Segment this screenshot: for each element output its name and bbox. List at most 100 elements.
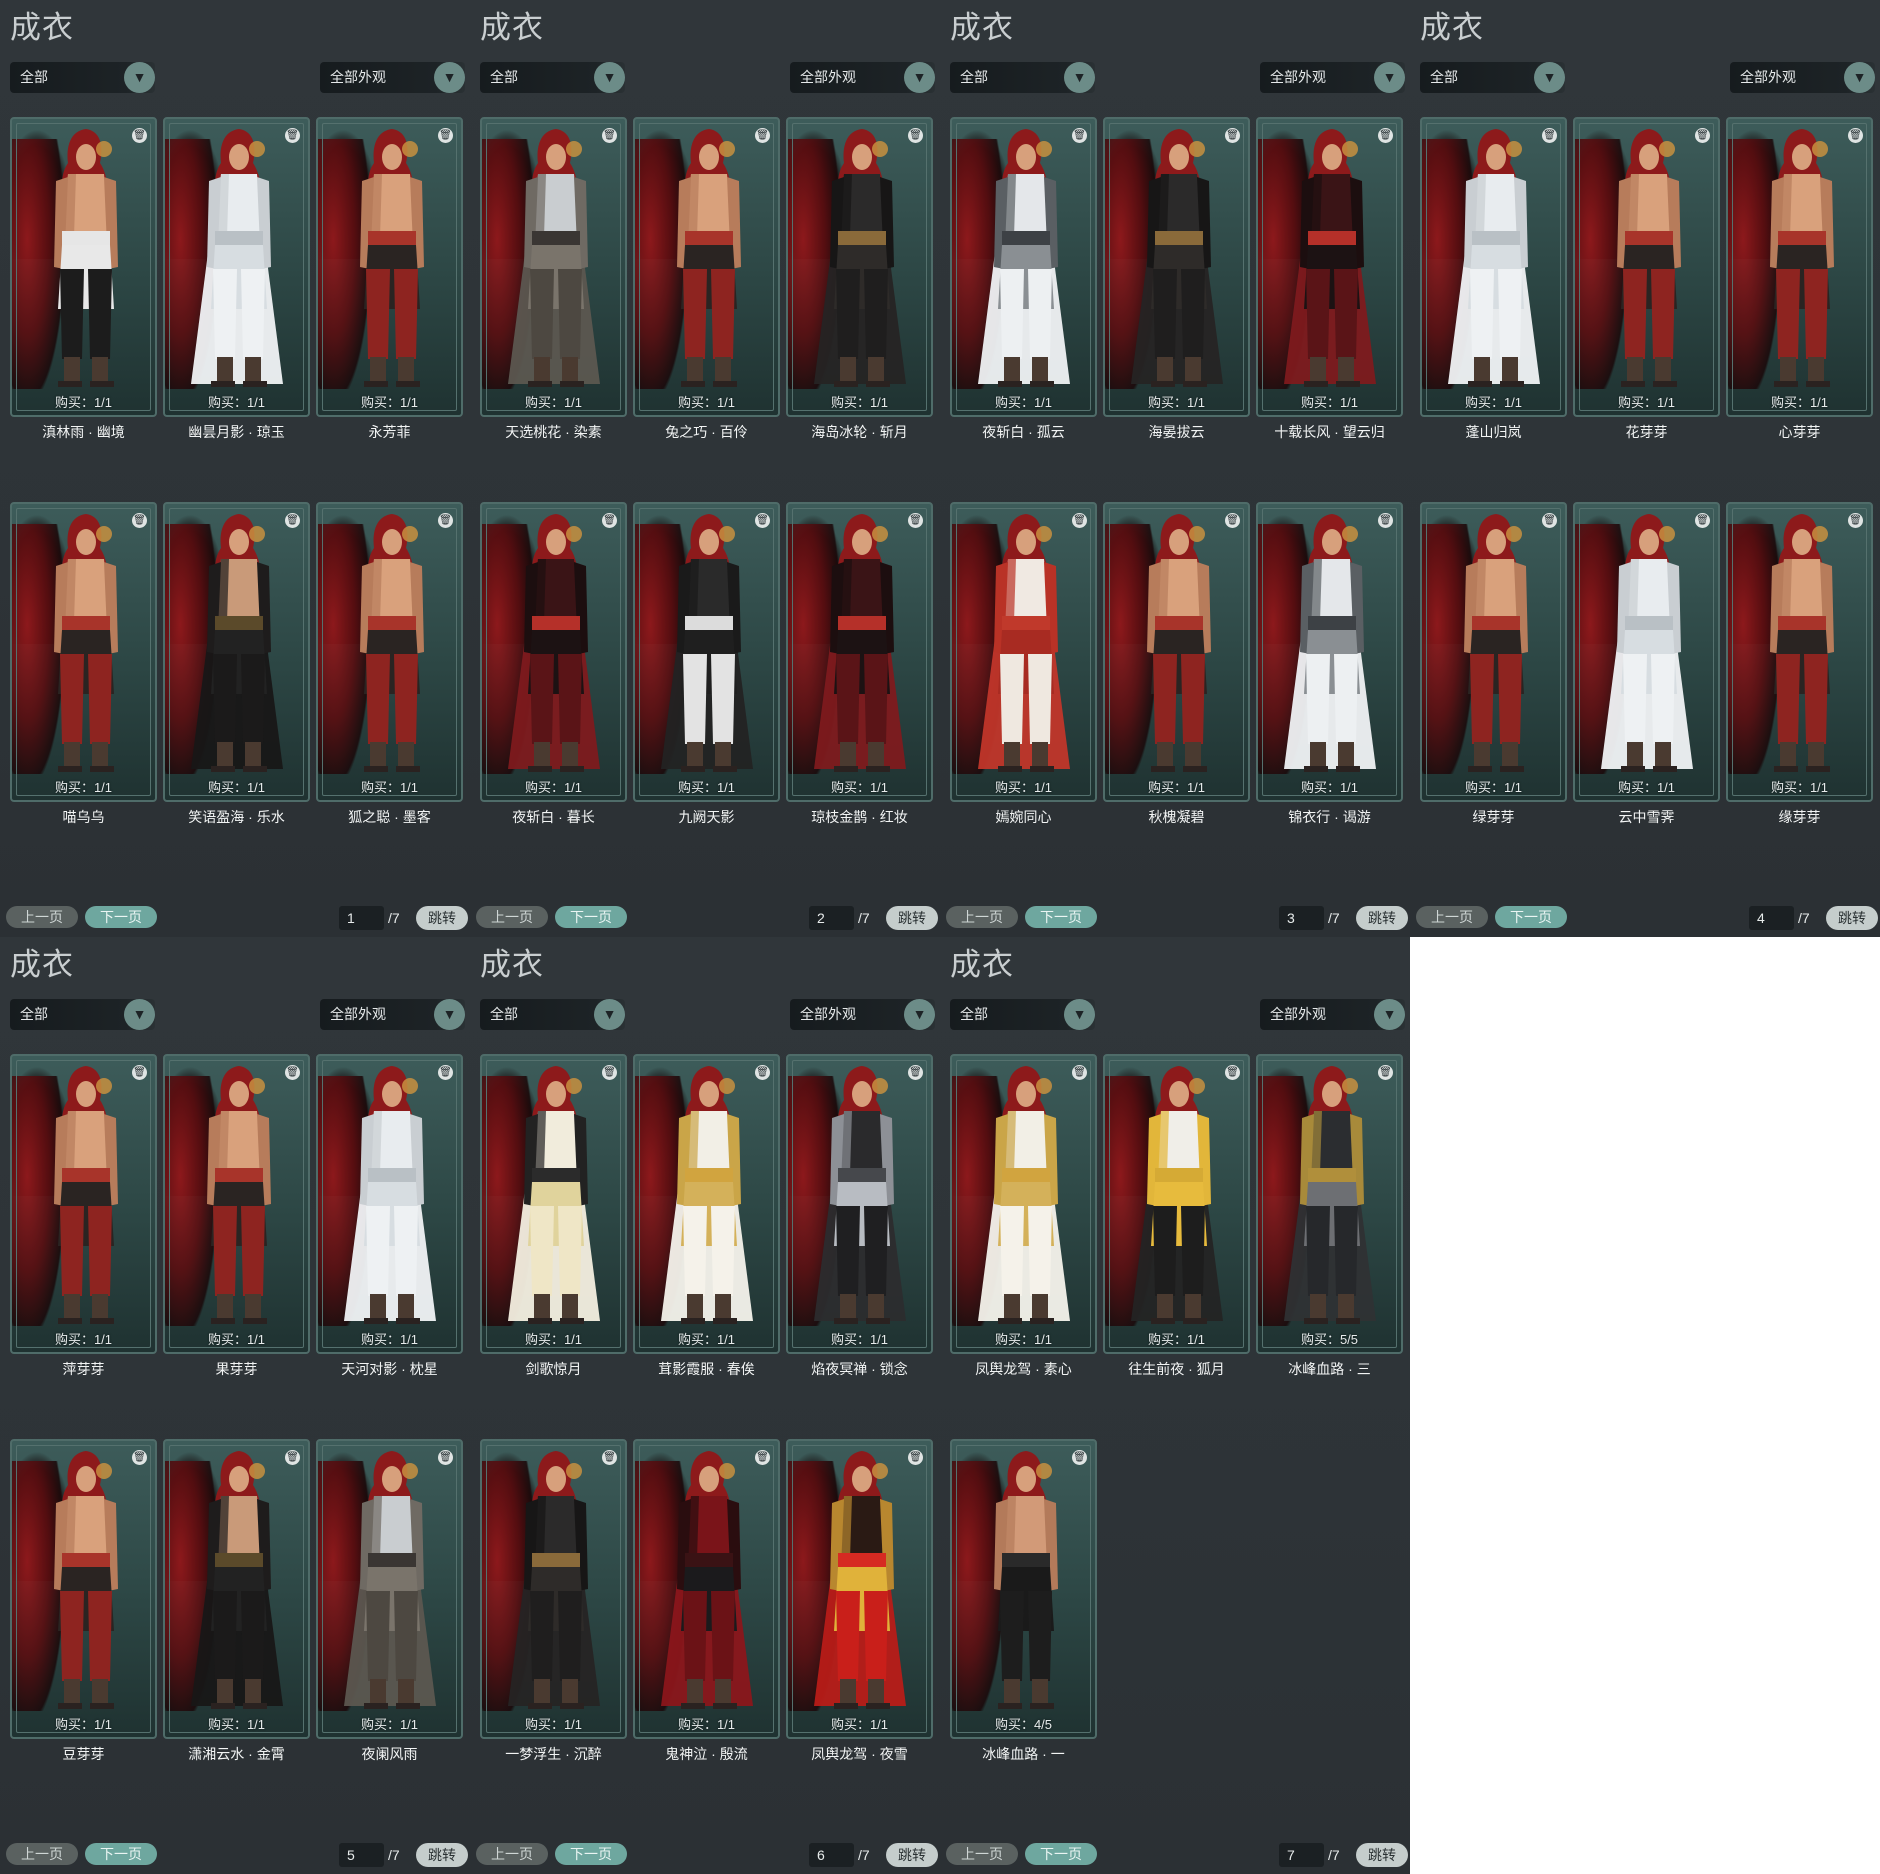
prev-page-button[interactable]: 上一页 bbox=[6, 1843, 78, 1865]
trash-icon[interactable]: 🗑 bbox=[755, 513, 770, 528]
jump-button[interactable]: 跳转 bbox=[1826, 906, 1878, 930]
outfit-card[interactable]: 🗑 购买：1/1 bbox=[163, 117, 310, 417]
chevron-down-icon[interactable]: ▼ bbox=[1064, 999, 1095, 1030]
next-page-button[interactable]: 下一页 bbox=[85, 1843, 157, 1865]
outfit-card[interactable]: 🗑 购买：1/1 bbox=[1573, 502, 1720, 802]
page-number-input[interactable]: 1 bbox=[339, 906, 384, 930]
outfit-card[interactable]: 🗑 购买：5/5 bbox=[1256, 1054, 1403, 1354]
outfit-card[interactable]: 🗑 购买：1/1 bbox=[316, 1054, 463, 1354]
trash-icon[interactable]: 🗑 bbox=[1072, 1065, 1087, 1080]
chevron-down-icon[interactable]: ▼ bbox=[434, 62, 465, 93]
trash-icon[interactable]: 🗑 bbox=[908, 1450, 923, 1465]
outfit-card[interactable]: 🗑 购买：1/1 bbox=[10, 1439, 157, 1739]
trash-icon[interactable]: 🗑 bbox=[1695, 513, 1710, 528]
chevron-down-icon[interactable]: ▼ bbox=[594, 999, 625, 1030]
outfit-card[interactable]: 🗑 购买：1/1 bbox=[786, 117, 933, 417]
outfit-card[interactable]: 🗑 购买：1/1 bbox=[1103, 117, 1250, 417]
trash-icon[interactable]: 🗑 bbox=[1072, 513, 1087, 528]
outfit-card[interactable]: 🗑 购买：1/1 bbox=[633, 1439, 780, 1739]
chevron-down-icon[interactable]: ▼ bbox=[124, 999, 155, 1030]
trash-icon[interactable]: 🗑 bbox=[132, 128, 147, 143]
outfit-card[interactable]: 🗑 购买：1/1 bbox=[480, 1439, 627, 1739]
next-page-button[interactable]: 下一页 bbox=[85, 906, 157, 928]
prev-page-button[interactable]: 上一页 bbox=[6, 906, 78, 928]
outfit-card[interactable]: 🗑 购买：1/1 bbox=[10, 1054, 157, 1354]
chevron-down-icon[interactable]: ▼ bbox=[1374, 999, 1405, 1030]
outfit-card[interactable]: 🗑 购买：1/1 bbox=[1103, 502, 1250, 802]
trash-icon[interactable]: 🗑 bbox=[908, 1065, 923, 1080]
trash-icon[interactable]: 🗑 bbox=[132, 513, 147, 528]
outfit-card[interactable]: 🗑 购买：1/1 bbox=[316, 1439, 463, 1739]
trash-icon[interactable]: 🗑 bbox=[1848, 128, 1863, 143]
page-number-input[interactable]: 6 bbox=[809, 1843, 854, 1867]
outfit-card[interactable]: 🗑 购买：1/1 bbox=[950, 502, 1097, 802]
outfit-card[interactable]: 🗑 购买：1/1 bbox=[1726, 117, 1873, 417]
chevron-down-icon[interactable]: ▼ bbox=[1844, 62, 1875, 93]
outfit-card[interactable]: 🗑 购买：1/1 bbox=[480, 1054, 627, 1354]
trash-icon[interactable]: 🗑 bbox=[602, 128, 617, 143]
outfit-card[interactable]: 🗑 购买：1/1 bbox=[950, 1054, 1097, 1354]
chevron-down-icon[interactable]: ▼ bbox=[594, 62, 625, 93]
outfit-card[interactable]: 🗑 购买：1/1 bbox=[1256, 502, 1403, 802]
outfit-card[interactable]: 🗑 购买：1/1 bbox=[1420, 117, 1567, 417]
trash-icon[interactable]: 🗑 bbox=[438, 128, 453, 143]
outfit-card[interactable]: 🗑 购买：1/1 bbox=[786, 1439, 933, 1739]
outfit-card[interactable]: 🗑 购买：1/1 bbox=[1256, 117, 1403, 417]
outfit-card[interactable]: 🗑 购买：1/1 bbox=[633, 502, 780, 802]
appearance-filter-dropdown[interactable]: 全部外观 ▼ bbox=[1260, 62, 1405, 93]
jump-button[interactable]: 跳转 bbox=[416, 906, 468, 930]
chevron-down-icon[interactable]: ▼ bbox=[434, 999, 465, 1030]
trash-icon[interactable]: 🗑 bbox=[1225, 513, 1240, 528]
category-filter-dropdown[interactable]: 全部 ▼ bbox=[1420, 62, 1565, 93]
trash-icon[interactable]: 🗑 bbox=[285, 1065, 300, 1080]
trash-icon[interactable]: 🗑 bbox=[1378, 513, 1393, 528]
page-number-input[interactable]: 5 bbox=[339, 1843, 384, 1867]
outfit-card[interactable]: 🗑 购买：1/1 bbox=[633, 1054, 780, 1354]
chevron-down-icon[interactable]: ▼ bbox=[1374, 62, 1405, 93]
outfit-card[interactable]: 🗑 购买：1/1 bbox=[163, 1054, 310, 1354]
jump-button[interactable]: 跳转 bbox=[886, 906, 938, 930]
prev-page-button[interactable]: 上一页 bbox=[1416, 906, 1488, 928]
outfit-card[interactable]: 🗑 购买：1/1 bbox=[786, 502, 933, 802]
page-number-input[interactable]: 2 bbox=[809, 906, 854, 930]
trash-icon[interactable]: 🗑 bbox=[132, 1065, 147, 1080]
jump-button[interactable]: 跳转 bbox=[1356, 1843, 1408, 1867]
trash-icon[interactable]: 🗑 bbox=[1695, 128, 1710, 143]
outfit-card[interactable]: 🗑 购买：1/1 bbox=[950, 117, 1097, 417]
appearance-filter-dropdown[interactable]: 全部外观 ▼ bbox=[790, 999, 935, 1030]
chevron-down-icon[interactable]: ▼ bbox=[904, 62, 935, 93]
outfit-card[interactable]: 🗑 购买：1/1 bbox=[633, 117, 780, 417]
outfit-card[interactable]: 🗑 购买：1/1 bbox=[10, 117, 157, 417]
outfit-card[interactable]: 🗑 购买：1/1 bbox=[163, 502, 310, 802]
category-filter-dropdown[interactable]: 全部 ▼ bbox=[480, 999, 625, 1030]
trash-icon[interactable]: 🗑 bbox=[1072, 128, 1087, 143]
appearance-filter-dropdown[interactable]: 全部外观 ▼ bbox=[320, 62, 465, 93]
appearance-filter-dropdown[interactable]: 全部外观 ▼ bbox=[320, 999, 465, 1030]
page-number-input[interactable]: 7 bbox=[1279, 1843, 1324, 1867]
trash-icon[interactable]: 🗑 bbox=[602, 1450, 617, 1465]
outfit-card[interactable]: 🗑 购买：1/1 bbox=[786, 1054, 933, 1354]
trash-icon[interactable]: 🗑 bbox=[1378, 1065, 1393, 1080]
outfit-card[interactable]: 🗑 购买：1/1 bbox=[480, 117, 627, 417]
category-filter-dropdown[interactable]: 全部 ▼ bbox=[950, 62, 1095, 93]
prev-page-button[interactable]: 上一页 bbox=[946, 1843, 1018, 1865]
jump-button[interactable]: 跳转 bbox=[886, 1843, 938, 1867]
outfit-card[interactable]: 🗑 购买：1/1 bbox=[1420, 502, 1567, 802]
trash-icon[interactable]: 🗑 bbox=[1225, 128, 1240, 143]
outfit-card[interactable]: 🗑 购买：1/1 bbox=[316, 502, 463, 802]
jump-button[interactable]: 跳转 bbox=[1356, 906, 1408, 930]
appearance-filter-dropdown[interactable]: 全部外观 ▼ bbox=[790, 62, 935, 93]
outfit-card[interactable]: 🗑 购买：4/5 bbox=[950, 1439, 1097, 1739]
chevron-down-icon[interactable]: ▼ bbox=[1064, 62, 1095, 93]
page-number-input[interactable]: 3 bbox=[1279, 906, 1324, 930]
category-filter-dropdown[interactable]: 全部 ▼ bbox=[480, 62, 625, 93]
outfit-card[interactable]: 🗑 购买：1/1 bbox=[1726, 502, 1873, 802]
chevron-down-icon[interactable]: ▼ bbox=[1534, 62, 1565, 93]
trash-icon[interactable]: 🗑 bbox=[285, 128, 300, 143]
trash-icon[interactable]: 🗑 bbox=[1542, 128, 1557, 143]
trash-icon[interactable]: 🗑 bbox=[1072, 1450, 1087, 1465]
prev-page-button[interactable]: 上一页 bbox=[946, 906, 1018, 928]
category-filter-dropdown[interactable]: 全部 ▼ bbox=[950, 999, 1095, 1030]
trash-icon[interactable]: 🗑 bbox=[1542, 513, 1557, 528]
chevron-down-icon[interactable]: ▼ bbox=[124, 62, 155, 93]
